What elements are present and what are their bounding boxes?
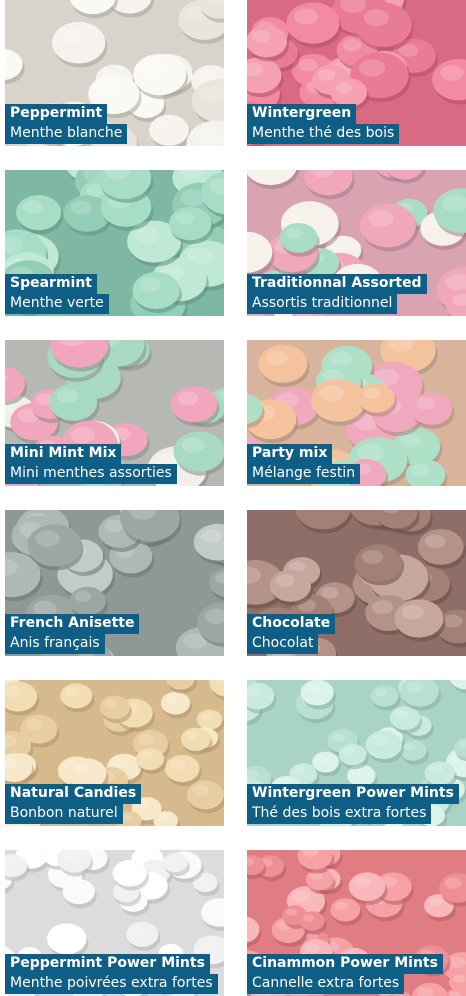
product-name-en: Peppermint bbox=[5, 104, 108, 124]
product-name-en: Wintergreen bbox=[247, 104, 357, 124]
product-caption: French Anisette Anis français bbox=[5, 614, 140, 654]
product-name-fr: Mini menthes assorties bbox=[5, 464, 177, 484]
product-name-fr: Assortis traditionnel bbox=[247, 294, 398, 314]
product-caption: Chocolate Chocolat bbox=[247, 614, 336, 654]
product-name-en: Party mix bbox=[247, 444, 333, 464]
product-caption: Cinammon Power Mints Cannelle extra forte… bbox=[247, 954, 443, 994]
product-card-wintergreen-power-mints[interactable]: Wintergreen Power Mints Thé des bois extr… bbox=[247, 680, 466, 826]
product-card-mini-mint-mix[interactable]: Mini Mint Mix Mini menthes assorties bbox=[5, 340, 224, 486]
product-card-wintergreen[interactable]: Wintergreen Menthe thé des bois bbox=[247, 0, 466, 146]
product-name-fr: Menthe thé des bois bbox=[247, 124, 400, 144]
product-caption: Peppermint Power Mints Menthe poivrées ex… bbox=[5, 954, 218, 994]
product-card-peppermint[interactable]: Peppermint Menthe blanche bbox=[5, 0, 224, 146]
product-caption: Traditionnal Assorted Assortis traditionn… bbox=[247, 274, 427, 314]
product-name-en: Traditionnal Assorted bbox=[247, 274, 427, 294]
product-caption: Party mix Mélange festin bbox=[247, 444, 361, 484]
product-card-cinnamon-power-mints[interactable]: Cinammon Power Mints Cannelle extra forte… bbox=[247, 850, 466, 996]
product-name-en: Peppermint Power Mints bbox=[5, 954, 210, 974]
product-card-spearmint[interactable]: Spearmint Menthe verte bbox=[5, 170, 224, 316]
product-caption: Peppermint Menthe blanche bbox=[5, 104, 128, 144]
product-card-traditional-assorted[interactable]: Traditionnal Assorted Assortis traditionn… bbox=[247, 170, 466, 316]
product-name-en: Wintergreen Power Mints bbox=[247, 784, 459, 804]
product-name-fr: Thé des bois extra fortes bbox=[247, 804, 432, 824]
product-name-en: Natural Candies bbox=[5, 784, 142, 804]
product-name-fr: Mélange festin bbox=[247, 464, 361, 484]
product-caption: Natural Candies Bonbon naturel bbox=[5, 784, 142, 824]
product-name-fr: Chocolat bbox=[247, 634, 319, 654]
product-name-fr: Menthe verte bbox=[5, 294, 109, 314]
product-name-en: Chocolate bbox=[247, 614, 336, 634]
product-name-en: French Anisette bbox=[5, 614, 140, 634]
product-name-en: Mini Mint Mix bbox=[5, 444, 122, 464]
product-caption: Mini Mint Mix Mini menthes assorties bbox=[5, 444, 177, 484]
product-name-fr: Menthe blanche bbox=[5, 124, 128, 144]
product-name-en: Spearmint bbox=[5, 274, 97, 294]
product-name-fr: Anis français bbox=[5, 634, 105, 654]
product-grid: Peppermint Menthe blanche Wintergreen Menth… bbox=[0, 0, 466, 996]
product-caption: Wintergreen Menthe thé des bois bbox=[247, 104, 400, 144]
product-card-chocolate[interactable]: Chocolate Chocolat bbox=[247, 510, 466, 656]
product-caption: Spearmint Menthe verte bbox=[5, 274, 109, 314]
product-name-fr: Menthe poivrées extra fortes bbox=[5, 974, 218, 994]
product-card-french-anisette[interactable]: French Anisette Anis français bbox=[5, 510, 224, 656]
product-caption: Wintergreen Power Mints Thé des bois extr… bbox=[247, 784, 459, 824]
product-card-peppermint-power-mints[interactable]: Peppermint Power Mints Menthe poivrées ex… bbox=[5, 850, 224, 996]
product-card-party-mix[interactable]: Party mix Mélange festin bbox=[247, 340, 466, 486]
product-name-en: Cinammon Power Mints bbox=[247, 954, 443, 974]
product-card-natural-candies[interactable]: Natural Candies Bonbon naturel bbox=[5, 680, 224, 826]
product-name-fr: Bonbon naturel bbox=[5, 804, 123, 824]
product-name-fr: Cannelle extra fortes bbox=[247, 974, 405, 994]
